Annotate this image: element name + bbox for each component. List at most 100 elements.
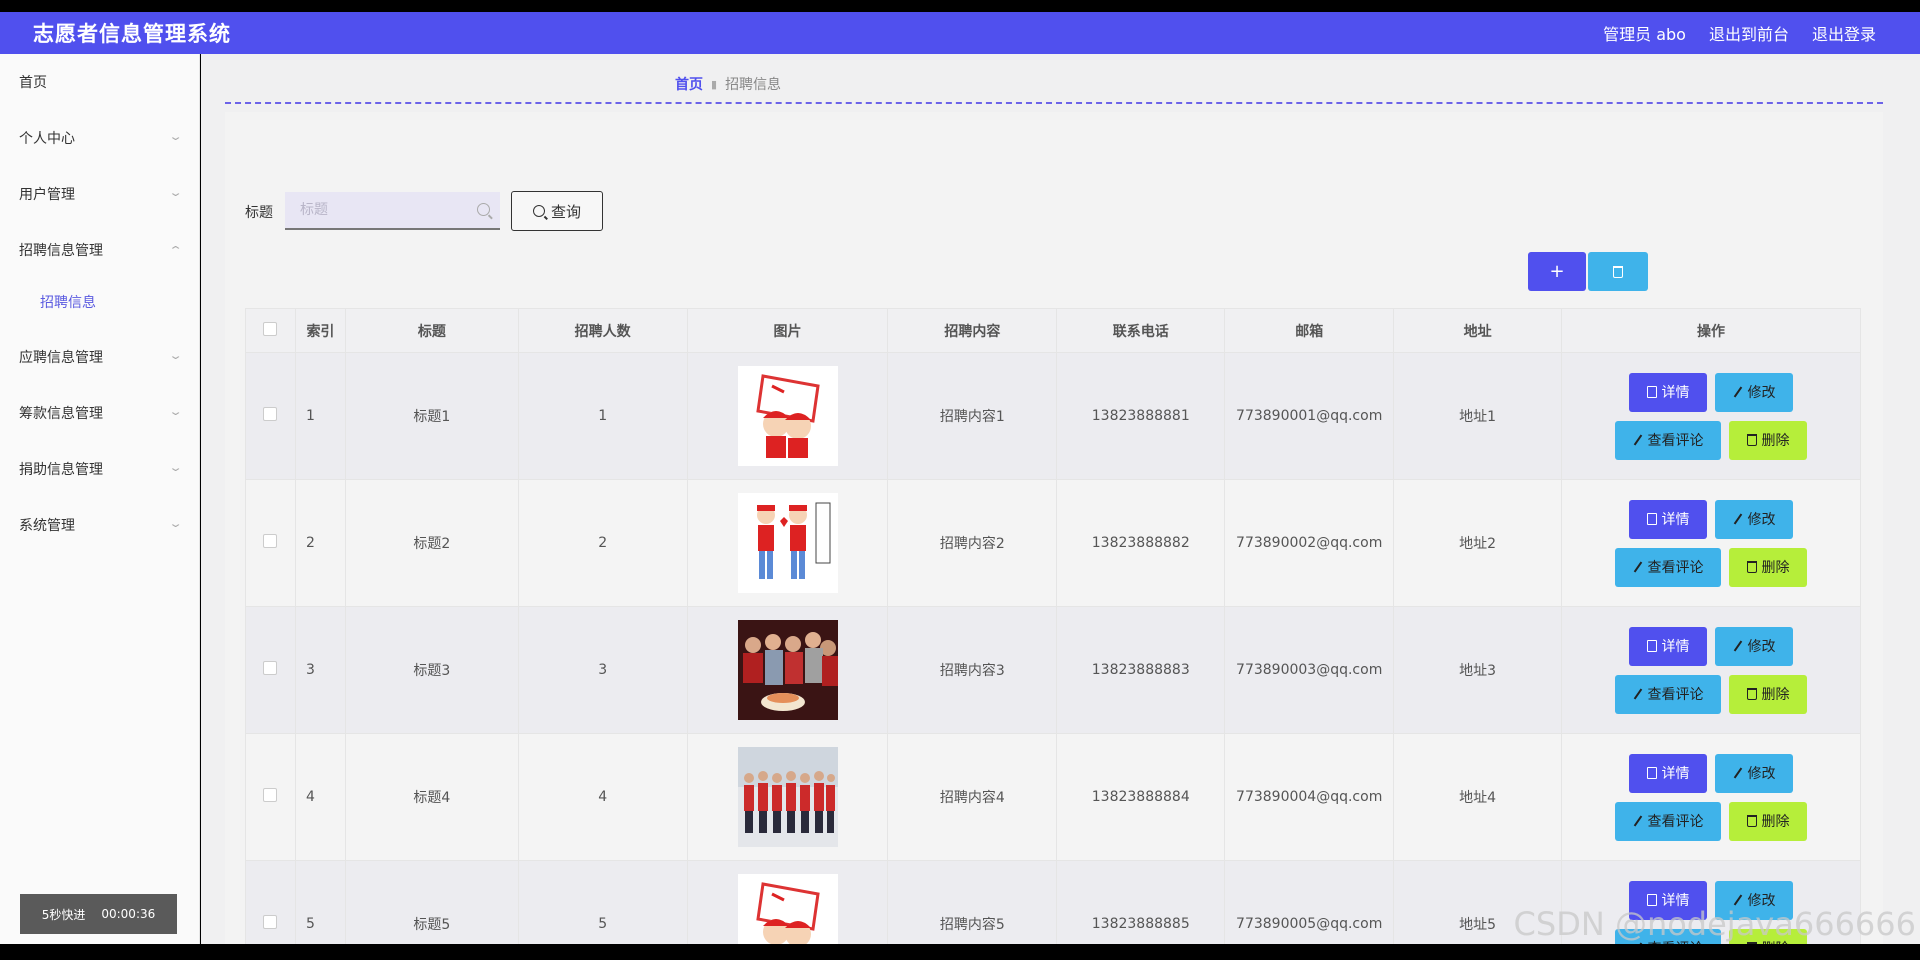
trash-icon (1746, 561, 1757, 573)
detail-button-label: 详情 (1661, 639, 1690, 655)
view-comments-button[interactable]: 查看评论 (1615, 801, 1722, 841)
view-comments-button[interactable]: 查看评论 (1615, 674, 1722, 714)
query-button[interactable]: 查询 (511, 191, 603, 231)
admin-user-label: 管理员 abo (1603, 25, 1686, 44)
edit-button-label: 修改 (1747, 385, 1776, 401)
detail-button-label: 详情 (1661, 512, 1690, 528)
title-cell: 标题1 (344, 352, 519, 480)
delete-button[interactable]: 删除 (1729, 674, 1808, 714)
index-cell: 1 (294, 352, 346, 480)
row-checkbox[interactable] (263, 407, 278, 421)
delete-button-label: 删除 (1761, 560, 1790, 576)
volunteer-cartoon-image (737, 366, 838, 466)
delete-button[interactable]: 删除 (1729, 801, 1808, 841)
playback-timer: 5秒快进 00:00:36 (20, 894, 177, 934)
detail-button[interactable]: 详情 (1629, 626, 1708, 666)
detail-button-label: 详情 (1661, 385, 1690, 401)
edit-button[interactable]: 修改 (1715, 499, 1794, 539)
divider (225, 102, 1883, 104)
table-row: 3 标题3 3 招聘内容3 13823888883 773890003@qq.com 地址3… (245, 606, 1861, 734)
volunteer-cartoon-image (737, 493, 838, 593)
detail-button-label: 详情 (1661, 766, 1690, 782)
title-cell: 标题3 (344, 606, 519, 734)
breadcrumb-home[interactable]: 首页 (675, 74, 703, 94)
sidebar-item-system-management[interactable]: 系统管理 ⌄ (0, 505, 200, 545)
sidebar-item-home[interactable]: 首页 (0, 62, 200, 102)
index-cell: 3 (294, 606, 346, 734)
detail-button[interactable]: 详情 (1629, 499, 1708, 539)
search-label: 标题 (245, 205, 273, 221)
trash-icon (1613, 265, 1623, 278)
chevron-down-icon: ⌄ (168, 405, 183, 418)
table-header-row: 索引 标题 招聘人数 图片 招聘内容 联系电话 邮箱 地址 操作 (245, 308, 1861, 353)
watermark: CSDN @nodejava666666 (1513, 905, 1916, 943)
row-select-cell (245, 606, 296, 734)
row-select-cell (245, 479, 296, 607)
delete-button[interactable]: 删除 (1729, 420, 1808, 460)
view-comments-button-label: 查看评论 (1647, 814, 1704, 830)
sidebar-item-label: 捐助信息管理 (19, 462, 103, 478)
sidebar-item-user-management[interactable]: 用户管理 ⌄ (0, 174, 200, 214)
delete-button[interactable]: 删除 (1729, 547, 1808, 587)
search-input[interactable] (285, 202, 465, 218)
list-panel: 标题 查询 + 索引 标题 招聘人数 图片 招聘内容 (225, 112, 1883, 960)
count-cell: 2 (517, 479, 688, 607)
row-checkbox[interactable] (263, 534, 278, 548)
pencil-icon (1733, 386, 1743, 398)
row-checkbox[interactable] (263, 788, 278, 802)
sidebar-item-recruitment-management[interactable]: 招聘信息管理 ⌃ (0, 230, 200, 270)
sidebar-item-fundraising-management[interactable]: 筹款信息管理 ⌄ (0, 393, 200, 433)
edit-button[interactable]: 修改 (1715, 626, 1794, 666)
row-checkbox[interactable] (263, 661, 278, 675)
plus-icon: + (1549, 261, 1565, 282)
content-cell: 招聘内容1 (887, 352, 1058, 480)
email-cell: 773890001@qq.com (1224, 352, 1395, 480)
view-comments-button[interactable]: 查看评论 (1615, 547, 1722, 587)
exit-to-front-link[interactable]: 退出到前台 (1709, 21, 1789, 45)
address-cell: 地址4 (1393, 733, 1563, 861)
app-title: 志愿者信息管理系统 (33, 22, 231, 46)
select-all-checkbox[interactable] (263, 321, 278, 336)
logout-link[interactable]: 退出登录 (1812, 21, 1876, 45)
sidebar-item-label: 用户管理 (19, 187, 75, 203)
detail-button[interactable]: 详情 (1629, 753, 1708, 793)
count-cell: 1 (517, 352, 688, 480)
recruitment-table: 索引 标题 招聘人数 图片 招聘内容 联系电话 邮箱 地址 操作 1 标题1 1 招聘… (245, 308, 1861, 960)
actions-cell: 详情 修改查看评论 删除 (1561, 733, 1861, 861)
content-cell: 招聘内容3 (887, 606, 1058, 734)
row-select-cell (245, 733, 296, 861)
edit-button[interactable]: 修改 (1715, 372, 1794, 412)
phone-cell: 13823888884 (1056, 733, 1226, 861)
view-comments-button-label: 查看评论 (1647, 433, 1704, 449)
title-cell: 标题2 (344, 479, 519, 607)
query-button-label: 查询 (550, 202, 581, 221)
column-header: 操作 (1561, 308, 1861, 353)
phone-cell: 13823888881 (1056, 352, 1226, 480)
delete-button-label: 删除 (1761, 814, 1790, 830)
detail-button[interactable]: 详情 (1629, 372, 1708, 412)
sidebar-item-label: 招聘信息 (40, 295, 96, 311)
view-comments-button[interactable]: 查看评论 (1615, 420, 1722, 460)
sidebar-item-application-management[interactable]: 应聘信息管理 ⌄ (0, 337, 200, 377)
column-header: 招聘人数 (517, 308, 688, 353)
chevron-up-icon: ⌃ (168, 244, 183, 257)
count-cell: 4 (517, 733, 688, 861)
document-icon (1646, 513, 1657, 525)
phone-cell: 13823888883 (1056, 606, 1226, 734)
time-label: 00:00:36 (101, 907, 156, 921)
add-button[interactable]: + (1528, 252, 1586, 291)
top-header: 志愿者信息管理系统 管理员 abo 退出到前台 退出登录 (0, 12, 1920, 54)
sidebar-subitem-recruitment-info[interactable]: 招聘信息 (0, 282, 200, 322)
edit-button[interactable]: 修改 (1715, 753, 1794, 793)
edit-button-label: 修改 (1747, 639, 1776, 655)
column-header: 标题 (344, 308, 519, 353)
index-cell: 4 (294, 733, 346, 861)
email-cell: 773890002@qq.com (1224, 479, 1395, 607)
row-checkbox[interactable] (263, 915, 278, 929)
document-icon (1646, 767, 1657, 779)
batch-delete-button[interactable] (1588, 252, 1648, 291)
sidebar-item-donation-management[interactable]: 捐助信息管理 ⌄ (0, 449, 200, 489)
chevron-down-icon: ⌄ (168, 517, 183, 530)
sidebar-item-personal-center[interactable]: 个人中心 ⌄ (0, 118, 200, 158)
sidebar-item-label: 个人中心 (19, 131, 75, 147)
